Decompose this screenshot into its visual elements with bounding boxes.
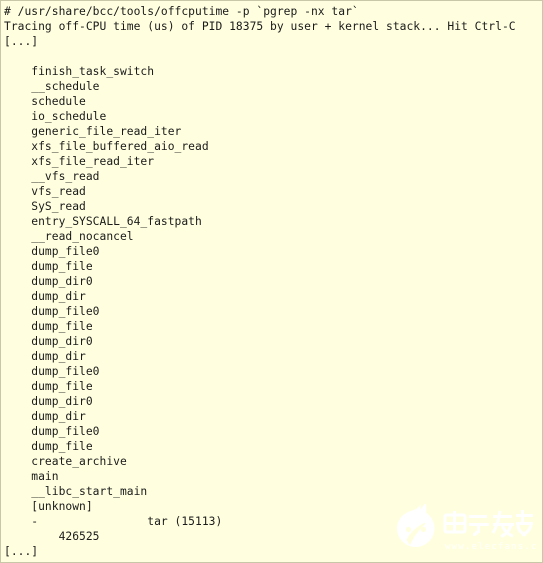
terminal-line: dump_file0 <box>4 365 100 378</box>
terminal-line: xfs_file_buffered_aio_read <box>4 140 209 153</box>
terminal-line: __read_nocancel <box>4 230 134 243</box>
terminal-line: # /usr/share/bcc/tools/offcputime -p `pg… <box>4 5 359 18</box>
terminal-line: - tar (15113) <box>4 515 223 528</box>
terminal-line: [...] <box>4 35 39 48</box>
terminal-line: xfs_file_read_iter <box>4 155 155 168</box>
terminal-line: dump_dir0 <box>4 335 93 348</box>
terminal-line: schedule <box>4 95 86 108</box>
terminal-line: dump_dir0 <box>4 275 93 288</box>
terminal-line: dump_file <box>4 440 93 453</box>
terminal-line: dump_file0 <box>4 305 100 318</box>
terminal-line: entry_SYSCALL_64_fastpath <box>4 215 202 228</box>
terminal-line: dump_file <box>4 260 93 273</box>
terminal-line: __schedule <box>4 80 100 93</box>
terminal-line: vfs_read <box>4 185 86 198</box>
terminal-line: dump_dir <box>4 410 86 423</box>
terminal-line: [unknown] <box>4 500 93 513</box>
terminal-line: [...] <box>4 545 39 558</box>
terminal-line: dump_file0 <box>4 425 100 438</box>
terminal-line: generic_file_read_iter <box>4 125 182 138</box>
terminal-line: io_schedule <box>4 110 107 123</box>
terminal-line: dump_file0 <box>4 245 100 258</box>
terminal-output[interactable]: # /usr/share/bcc/tools/offcputime -p `pg… <box>1 1 542 559</box>
terminal-line: __vfs_read <box>4 170 100 183</box>
terminal-line: dump_file <box>4 380 93 393</box>
terminal-line: dump_dir <box>4 350 86 363</box>
terminal-line: main <box>4 470 59 483</box>
terminal-line: create_archive <box>4 455 127 468</box>
terminal-window[interactable]: # /usr/share/bcc/tools/offcputime -p `pg… <box>0 0 543 563</box>
terminal-line: dump_file <box>4 320 93 333</box>
terminal-line: 426525 <box>4 530 100 543</box>
terminal-line: SyS_read <box>4 200 86 213</box>
terminal-line: finish_task_switch <box>4 65 155 78</box>
terminal-line: Tracing off-CPU time (us) of PID 18375 b… <box>4 20 516 33</box>
terminal-line: dump_dir <box>4 290 86 303</box>
terminal-line: __libc_start_main <box>4 485 148 498</box>
terminal-line: dump_dir0 <box>4 395 93 408</box>
